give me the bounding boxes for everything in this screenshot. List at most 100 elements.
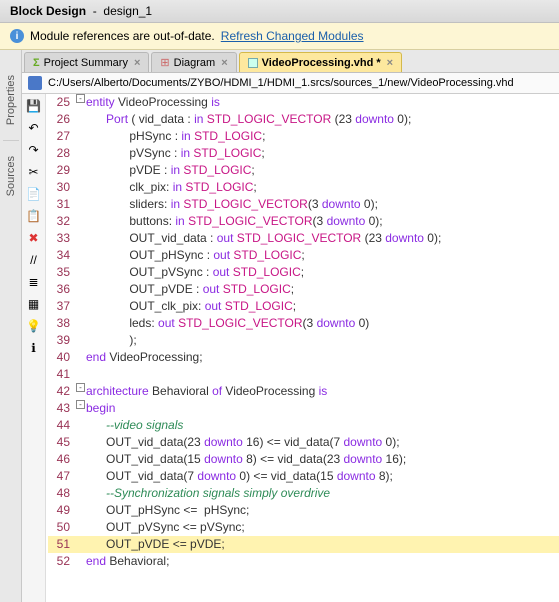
line-number: 32 [48, 213, 76, 230]
code-line[interactable]: 30 clk_pix: in STD_LOGIC; [48, 179, 559, 196]
undo-icon[interactable]: ↶ [26, 120, 42, 136]
design-name: design_1 [103, 4, 152, 18]
line-number: 41 [48, 366, 76, 383]
info-icon[interactable]: ℹ [26, 340, 42, 356]
sources-tab[interactable]: Sources [5, 156, 17, 196]
code-line[interactable]: 33 OUT_vid_data : out STD_LOGIC_VECTOR (… [48, 230, 559, 247]
code-text: --video signals [86, 417, 183, 434]
code-line[interactable]: 40end VideoProcessing; [48, 349, 559, 366]
title-label: Block Design [10, 4, 86, 18]
code-text: OUT_pHSync : out STD_LOGIC; [86, 247, 305, 264]
code-text: architecture Behavioral of VideoProcessi… [86, 383, 327, 400]
properties-tab[interactable]: Properties [5, 75, 17, 125]
path-bar: C:/Users/Alberto/Documents/ZYBO/HDMI_1/H… [22, 73, 559, 94]
code-line[interactable]: 36 OUT_pVDE : out STD_LOGIC; [48, 281, 559, 298]
code-line[interactable]: 35 OUT_pVSync : out STD_LOGIC; [48, 264, 559, 281]
code-text: OUT_vid_data(7 downto 0) <= vid_data(15 … [86, 468, 393, 485]
code-text: OUT_pVSync : out STD_LOGIC; [86, 264, 304, 281]
code-line[interactable]: 25-entity VideoProcessing is [48, 94, 559, 111]
code-text: OUT_vid_data : out STD_LOGIC_VECTOR (23 … [86, 230, 441, 247]
notify-message: Module references are out-of-date. [30, 29, 215, 43]
line-number: 44 [48, 417, 76, 434]
file-icon [248, 58, 258, 68]
code-text: OUT_vid_data(15 downto 8) <= vid_data(23… [86, 451, 406, 468]
refresh-modules-link[interactable]: Refresh Changed Modules [221, 29, 364, 43]
sigma-icon: Σ [33, 57, 40, 69]
line-number: 29 [48, 162, 76, 179]
code-line[interactable]: 45 OUT_vid_data(23 downto 16) <= vid_dat… [48, 434, 559, 451]
code-text: OUT_pVDE <= pVDE; [86, 536, 225, 553]
line-number: 35 [48, 264, 76, 281]
code-line[interactable]: 43-begin [48, 400, 559, 417]
tab-diagram[interactable]: ⊞ Diagram × [151, 52, 236, 72]
code-line[interactable]: 28 pVSync : in STD_LOGIC; [48, 145, 559, 162]
code-line[interactable]: 38 leds: out STD_LOGIC_VECTOR(3 downto 0… [48, 315, 559, 332]
code-line[interactable]: 26 Port ( vid_data : in STD_LOGIC_VECTOR… [48, 111, 559, 128]
line-number: 25 [48, 94, 76, 111]
line-number: 39 [48, 332, 76, 349]
code-text: Port ( vid_data : in STD_LOGIC_VECTOR (2… [86, 111, 411, 128]
code-line[interactable]: 52end Behavioral; [48, 553, 559, 570]
editor-toolbar: 💾 ↶ ↷ ✂ 📄 📋 ✖ // ≣ ▦ 💡 ℹ [22, 94, 46, 602]
code-text: begin [86, 400, 115, 417]
code-line[interactable]: 34 OUT_pHSync : out STD_LOGIC; [48, 247, 559, 264]
code-text: OUT_clk_pix: out STD_LOGIC; [86, 298, 296, 315]
paste-icon[interactable]: 📋 [26, 208, 42, 224]
code-line[interactable]: 31 sliders: in STD_LOGIC_VECTOR(3 downto… [48, 196, 559, 213]
code-line[interactable]: 41 [48, 366, 559, 383]
bulb-icon[interactable]: 💡 [26, 318, 42, 334]
line-number: 38 [48, 315, 76, 332]
code-line[interactable]: 50 OUT_pVSync <= pVSync; [48, 519, 559, 536]
save-icon[interactable] [28, 76, 42, 90]
title-bar: Block Design - design_1 [0, 0, 559, 23]
code-line[interactable]: 44 --video signals [48, 417, 559, 434]
code-line[interactable]: 42-architecture Behavioral of VideoProce… [48, 383, 559, 400]
line-number: 51 [48, 536, 76, 553]
code-text: buttons: in STD_LOGIC_VECTOR(3 downto 0)… [86, 213, 383, 230]
expand-icon[interactable]: ▦ [26, 296, 42, 312]
cut-icon[interactable]: ✂ [26, 164, 42, 180]
line-number: 45 [48, 434, 76, 451]
code-text: entity VideoProcessing is [86, 94, 220, 111]
code-text: pVSync : in STD_LOGIC; [86, 145, 265, 162]
tab-project-summary[interactable]: Σ Project Summary × [24, 52, 149, 72]
fold-icon[interactable]: - [76, 400, 85, 409]
notify-bar: i Module references are out-of-date. Ref… [0, 23, 559, 50]
code-line[interactable]: 37 OUT_clk_pix: out STD_LOGIC; [48, 298, 559, 315]
editor-tabs: Σ Project Summary × ⊞ Diagram × VideoPro… [22, 50, 559, 73]
code-line[interactable]: 32 buttons: in STD_LOGIC_VECTOR(3 downto… [48, 213, 559, 230]
line-number: 26 [48, 111, 76, 128]
line-number: 28 [48, 145, 76, 162]
code-text: end Behavioral; [86, 553, 169, 570]
save-icon[interactable]: 💾 [26, 98, 42, 114]
code-line[interactable]: 49 OUT_pHSync <= pHSync; [48, 502, 559, 519]
delete-icon[interactable]: ✖ [26, 230, 42, 246]
code-line[interactable]: 51 OUT_pVDE <= pVDE; [48, 536, 559, 553]
close-icon[interactable]: × [221, 57, 227, 69]
code-text: OUT_pVDE : out STD_LOGIC; [86, 281, 294, 298]
line-number: 46 [48, 451, 76, 468]
code-line[interactable]: 48 --Synchronization signals simply over… [48, 485, 559, 502]
redo-icon[interactable]: ↷ [26, 142, 42, 158]
line-number: 34 [48, 247, 76, 264]
find-icon[interactable]: // [26, 252, 42, 268]
fold-icon[interactable]: - [76, 94, 85, 103]
code-editor[interactable]: 25-entity VideoProcessing is26 Port ( vi… [46, 94, 559, 602]
line-number: 42 [48, 383, 76, 400]
code-line[interactable]: 27 pHSync : in STD_LOGIC; [48, 128, 559, 145]
code-text: OUT_vid_data(23 downto 16) <= vid_data(7… [86, 434, 400, 451]
code-text: pHSync : in STD_LOGIC; [86, 128, 265, 145]
line-number: 31 [48, 196, 76, 213]
code-line[interactable]: 47 OUT_vid_data(7 downto 0) <= vid_data(… [48, 468, 559, 485]
code-line[interactable]: 29 pVDE : in STD_LOGIC; [48, 162, 559, 179]
side-tab-bar: Properties Sources [0, 50, 22, 602]
code-line[interactable]: 46 OUT_vid_data(15 downto 8) <= vid_data… [48, 451, 559, 468]
tab-videoprocessing[interactable]: VideoProcessing.vhd * × [239, 52, 402, 72]
code-line[interactable]: 39 ); [48, 332, 559, 349]
close-icon[interactable]: × [134, 57, 140, 69]
line-number: 27 [48, 128, 76, 145]
close-icon[interactable]: × [387, 57, 393, 69]
copy-icon[interactable]: 📄 [26, 186, 42, 202]
collapse-icon[interactable]: ≣ [26, 274, 42, 290]
fold-icon[interactable]: - [76, 383, 85, 392]
